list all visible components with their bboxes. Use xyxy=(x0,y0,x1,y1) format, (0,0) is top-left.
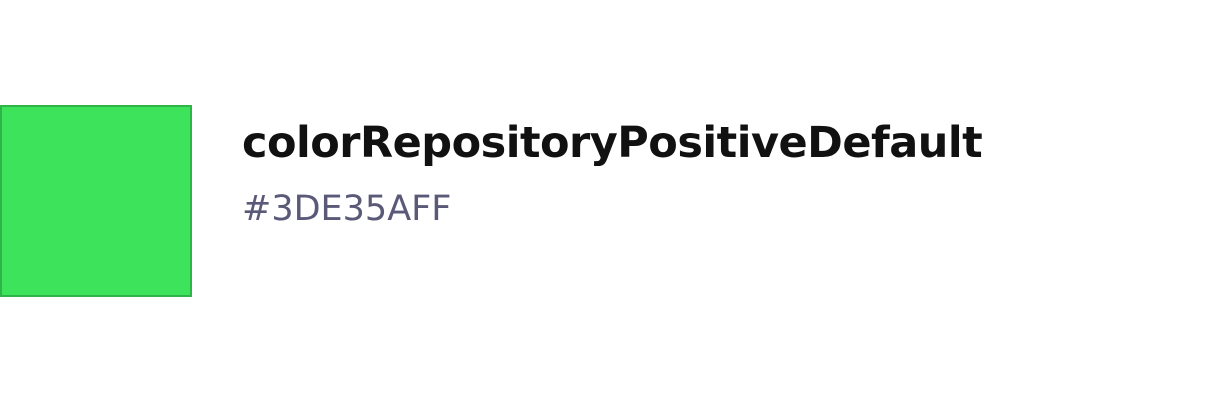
color-token-card: colorRepositoryPositiveDefault #3DE35AFF xyxy=(0,0,1206,402)
token-hex-value: #3DE35AFF xyxy=(242,189,452,229)
token-name: colorRepositoryPositiveDefault xyxy=(242,118,983,168)
color-swatch xyxy=(0,105,192,297)
